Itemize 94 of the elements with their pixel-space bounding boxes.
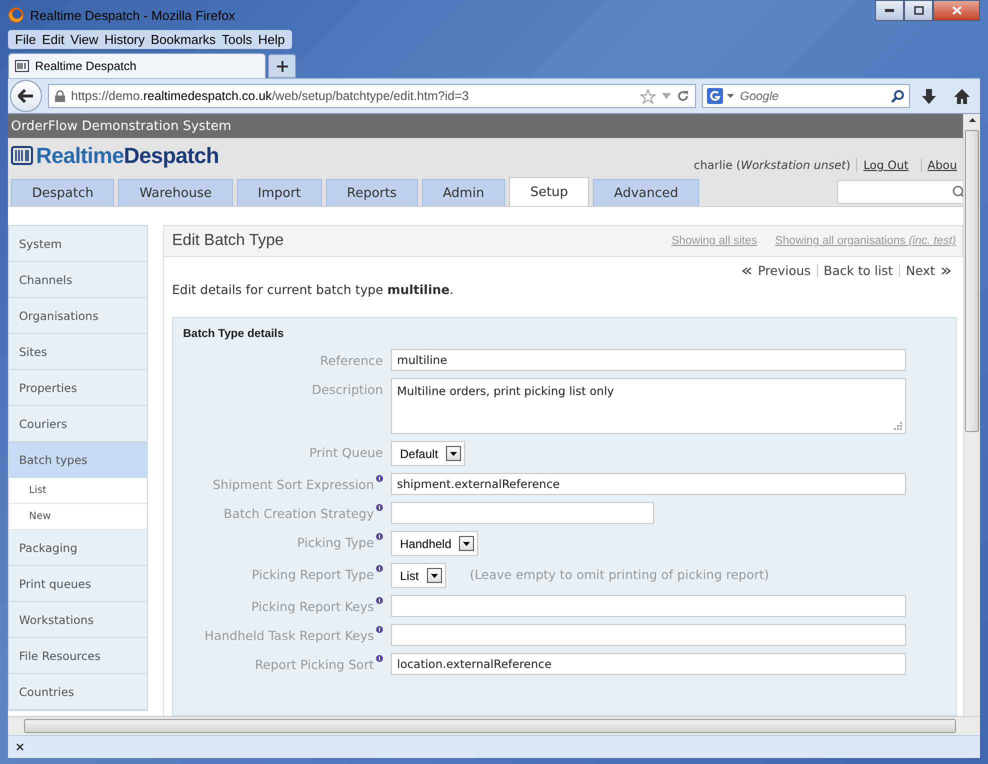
star-icon[interactable]	[640, 88, 656, 104]
search-icon[interactable]	[891, 89, 905, 103]
menu-item[interactable]: Bookmarks	[148, 31, 219, 48]
close-button[interactable]	[933, 0, 980, 21]
sidebar-item[interactable]: Couriers	[9, 406, 147, 442]
field-hint: (Leave empty to omit printing of picking report)	[468, 566, 770, 582]
browser-logo-icon	[8, 7, 24, 23]
sidebar-item[interactable]: Channels	[9, 262, 147, 298]
url-text: https://demo.realtimedespatch.co.uk/web/setup/batchtype/edit.htm?id=3	[71, 89, 469, 103]
text-field[interactable]	[391, 595, 906, 617]
window-title: Realtime Despatch - Mozilla Firefox	[30, 8, 236, 22]
header-link[interactable]: Log Out	[856, 158, 914, 172]
field-label: Report Picking Sort	[254, 657, 374, 672]
back-button[interactable]	[10, 80, 42, 112]
browser-tab[interactable]: Realtime Despatch	[8, 53, 266, 78]
field-label: Handheld Task Report Keys	[204, 628, 374, 643]
scroll-up-arrow-icon[interactable]	[968, 118, 976, 122]
site-search-field[interactable]	[837, 180, 963, 204]
maximize-icon	[914, 6, 924, 15]
minimize-icon	[885, 9, 894, 12]
nav-tab[interactable]: Import	[236, 179, 322, 206]
sidebar-item[interactable]: Sites	[9, 334, 147, 370]
double-chevron-right-icon	[941, 266, 951, 274]
caret-icon	[450, 452, 458, 456]
minimize-button[interactable]	[875, 0, 904, 21]
caret-icon	[430, 574, 438, 578]
lock-icon	[55, 90, 65, 102]
menu-item[interactable]: View	[67, 31, 102, 48]
google-g-icon	[707, 88, 723, 104]
section-title: Batch Type details	[183, 328, 285, 340]
sidebar-item[interactable]: Print queues	[9, 566, 147, 602]
field-label: Batch Creation Strategy	[224, 506, 374, 521]
text-field[interactable]: multiline	[391, 349, 906, 371]
field-label: Reference	[320, 353, 383, 368]
web-search-input[interactable]: Google	[738, 88, 887, 104]
caret-icon[interactable]	[727, 94, 734, 98]
system-name: OrderFlow Demonstration System	[11, 118, 232, 134]
nav-tab[interactable]: Admin	[422, 179, 506, 206]
menu-item[interactable]: History	[101, 31, 148, 48]
address-bar[interactable]: https://demo.realtimedespatch.co.uk/web/setup/batchtype/edit.htm?id=3	[48, 84, 696, 108]
sidebar-item[interactable]: Workstations	[9, 602, 147, 638]
text-area[interactable]: Multiline orders, print picking list only	[391, 378, 906, 434]
field-label: Print Queue	[309, 445, 383, 460]
nav-tab[interactable]: Warehouse	[118, 179, 233, 206]
nav-tab[interactable]: Setup	[509, 177, 590, 206]
barcode-icon	[15, 59, 29, 73]
close-icon	[952, 6, 962, 15]
caret-icon	[463, 542, 470, 546]
next-link[interactable]: Next	[900, 263, 957, 278]
field-label: Picking Report Type	[252, 567, 374, 582]
dropdown[interactable]: List	[391, 563, 446, 588]
vertical-scrollbar[interactable]	[963, 114, 980, 716]
horizontal-scrollbar[interactable]	[8, 716, 980, 735]
field-label: Description	[312, 382, 383, 397]
nav-tab[interactable]: Reports	[326, 179, 418, 206]
text-field[interactable]	[391, 624, 906, 646]
new-tab-button[interactable]	[268, 54, 296, 78]
menu-item[interactable]: File	[12, 31, 39, 48]
page-title: Edit Batch Type	[172, 232, 284, 250]
maximize-button[interactable]	[904, 0, 933, 21]
sidebar-item[interactable]: Organisations	[9, 298, 147, 334]
sidebar-item[interactable]: System	[9, 226, 147, 262]
sidebar-item[interactable]: Countries	[9, 674, 147, 710]
field-label: Picking Type	[297, 535, 374, 550]
barcode-icon	[11, 145, 33, 167]
reload-icon[interactable]	[677, 90, 689, 102]
nav-tab[interactable]: Despatch	[11, 179, 114, 206]
double-chevron-left-icon	[742, 266, 752, 274]
dropdown[interactable]: Default	[391, 441, 466, 466]
back-to-list-link[interactable]: Back to list	[818, 263, 899, 278]
previous-link[interactable]: Previous	[736, 263, 817, 278]
menu-item[interactable]: Edit	[38, 31, 68, 48]
plus-icon	[276, 60, 288, 72]
sidebar-item[interactable]: File Resources	[9, 638, 147, 674]
text-field[interactable]: shipment.externalReference	[391, 473, 906, 495]
dropdown[interactable]: Handheld	[391, 531, 478, 556]
intro-text: Edit details for current batch type multiline.	[172, 282, 455, 297]
search-icon[interactable]	[952, 185, 963, 199]
field-label: Shipment Sort Expression	[212, 477, 374, 492]
user-info: charlie (Workstation unset)	[694, 158, 850, 172]
menu-item[interactable]: Help	[255, 31, 288, 48]
back-arrow-icon	[18, 89, 34, 103]
logo-text: RealtimeDespatch	[36, 143, 219, 169]
web-search-field[interactable]: Google	[702, 84, 910, 108]
resize-grip-icon[interactable]	[893, 421, 902, 430]
menu-item[interactable]: Tools	[218, 31, 256, 48]
field-label: Picking Report Keys	[251, 599, 374, 614]
sidebar-item[interactable]: Batch types	[9, 442, 147, 478]
text-field[interactable]	[391, 502, 654, 524]
sidebar-item[interactable]: Properties	[9, 370, 147, 406]
text-field[interactable]: location.externalReference	[391, 653, 906, 675]
sidebar-item[interactable]: Packaging	[9, 530, 147, 566]
close-icon[interactable]	[16, 743, 24, 751]
nav-tab[interactable]: Advanced	[593, 179, 700, 206]
